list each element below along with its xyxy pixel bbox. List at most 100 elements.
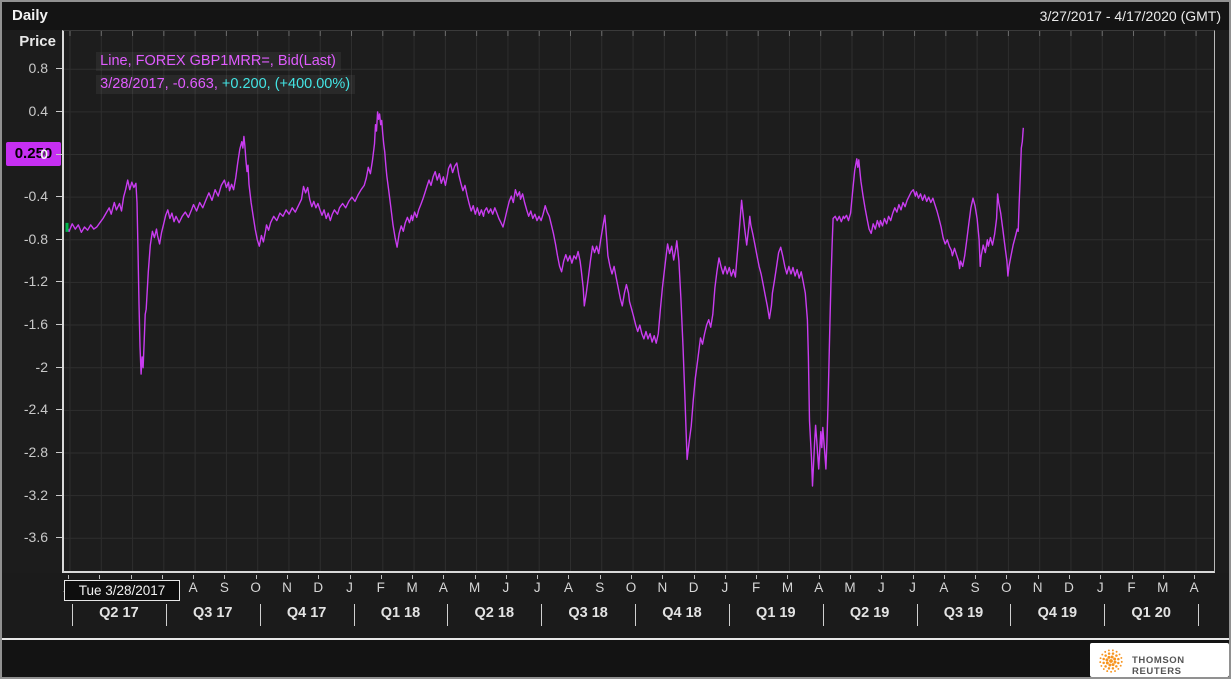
chart-window: Daily 3/27/2017 - 4/17/2020 (GMT) Price … (0, 0, 1231, 679)
y-tick-label: -2.4 (2, 400, 48, 418)
y-tick-label: -1.6 (2, 315, 48, 333)
quarter-label: Q1 20 (1104, 605, 1198, 621)
month-label: N (277, 580, 297, 595)
month-label: A (183, 580, 203, 595)
month-tick-mark (256, 575, 257, 579)
month-label: S (214, 580, 234, 595)
month-tick-mark (99, 575, 100, 579)
quarter-label: Q3 18 (541, 605, 635, 621)
month-tick-mark (850, 575, 851, 579)
month-label: D (1059, 580, 1079, 595)
y-axis[interactable]: Price 0.250 -3.906 0.80.40-0.4-0.8-1.2-1… (2, 30, 62, 573)
x-axis[interactable]: AMJJASONDJFMAMJJASONDJFMAMJJASONDJFMA Q2… (2, 573, 1231, 639)
month-label: F (371, 580, 391, 595)
bottom-strip: THOMSON REUTERS (2, 640, 1231, 679)
month-tick-mark (537, 575, 538, 579)
month-tick-mark (318, 575, 319, 579)
price-line-chart[interactable] (64, 31, 1214, 571)
month-label: J (527, 580, 547, 595)
quarter-label: Q1 19 (729, 605, 823, 621)
month-label: M (777, 580, 797, 595)
quarter-label: Q4 17 (260, 605, 354, 621)
month-label: M (402, 580, 422, 595)
month-label: S (590, 580, 610, 595)
month-tick-mark (631, 575, 632, 579)
month-label: J (715, 580, 735, 595)
month-tick-mark (287, 575, 288, 579)
month-tick-mark (68, 575, 69, 579)
month-label: A (934, 580, 954, 595)
y-tick-label: -0.8 (2, 230, 48, 248)
quarter-label: Q2 19 (823, 605, 917, 621)
y-tick-label: -1.2 (2, 272, 48, 290)
month-tick-mark (1069, 575, 1070, 579)
month-label: A (809, 580, 829, 595)
quarter-label: Q4 19 (1010, 605, 1104, 621)
quarter-label: Q2 17 (72, 605, 166, 621)
month-tick-mark (725, 575, 726, 579)
thomson-reuters-logo: THOMSON REUTERS (1090, 643, 1229, 677)
quarter-label: Q3 17 (166, 605, 260, 621)
month-tick-mark (944, 575, 945, 579)
interval-label: Daily (12, 7, 48, 24)
month-label: J (871, 580, 891, 595)
month-label: A (558, 580, 578, 595)
thomson-reuters-wordmark: THOMSON REUTERS (1132, 655, 1229, 677)
month-tick-mark (600, 575, 601, 579)
month-tick-mark (787, 575, 788, 579)
month-tick-mark (913, 575, 914, 579)
month-tick-mark (475, 575, 476, 579)
month-label: M (840, 580, 860, 595)
month-label: M (1153, 580, 1173, 595)
month-label: N (652, 580, 672, 595)
month-label: F (1122, 580, 1142, 595)
cursor-date-badge: Tue 3/28/2017 (64, 580, 180, 601)
month-label: O (996, 580, 1016, 595)
y-tick-label: 0 (2, 145, 48, 163)
month-tick-mark (162, 575, 163, 579)
month-tick-mark (819, 575, 820, 579)
month-tick-mark (1006, 575, 1007, 579)
month-tick-mark (694, 575, 695, 579)
legend-values: 3/28/2017, -0.663, +0.200, (+400.00%) (72, 59, 355, 110)
y-tick-label: -2.8 (2, 443, 48, 461)
legend-change-value: +0.200, (+400.00%) (218, 76, 350, 92)
month-tick-mark (1132, 575, 1133, 579)
month-label: N (1028, 580, 1048, 595)
month-label: D (308, 580, 328, 595)
month-label: D (684, 580, 704, 595)
month-tick-mark (1194, 575, 1195, 579)
month-label: J (496, 580, 516, 595)
y-tick-label: -2 (2, 358, 48, 376)
y-tick-label: -3.2 (2, 486, 48, 504)
y-tick-label: 0.8 (2, 59, 48, 77)
month-tick-mark (1038, 575, 1039, 579)
thomson-reuters-sunburst-icon (1097, 647, 1125, 675)
month-tick-mark (412, 575, 413, 579)
y-tick-label: -3.6 (2, 528, 48, 546)
month-tick-mark (662, 575, 663, 579)
quarter-label: Q1 18 (353, 605, 447, 621)
month-tick-mark (224, 575, 225, 579)
month-tick-mark (568, 575, 569, 579)
month-label: O (621, 580, 641, 595)
quarter-label: Q3 19 (916, 605, 1010, 621)
month-label: S (965, 580, 985, 595)
month-tick-mark (1163, 575, 1164, 579)
month-tick-mark (193, 575, 194, 579)
month-label: F (746, 580, 766, 595)
chart-plot-area[interactable]: Line, FOREX GBP1MRR=, Bid(Last) 3/28/201… (62, 30, 1215, 573)
month-tick-mark (350, 575, 351, 579)
quarter-separator (1198, 604, 1199, 626)
month-label: A (1184, 580, 1204, 595)
month-label: O (246, 580, 266, 595)
month-label: J (340, 580, 360, 595)
y-axis-title: Price (19, 33, 56, 50)
month-tick-mark (975, 575, 976, 579)
month-tick-mark (1100, 575, 1101, 579)
month-tick-mark (131, 575, 132, 579)
month-label: J (903, 580, 923, 595)
legend-cursor-value: 3/28/2017, -0.663, (100, 76, 218, 92)
month-label: J (1090, 580, 1110, 595)
quarter-label: Q4 18 (635, 605, 729, 621)
